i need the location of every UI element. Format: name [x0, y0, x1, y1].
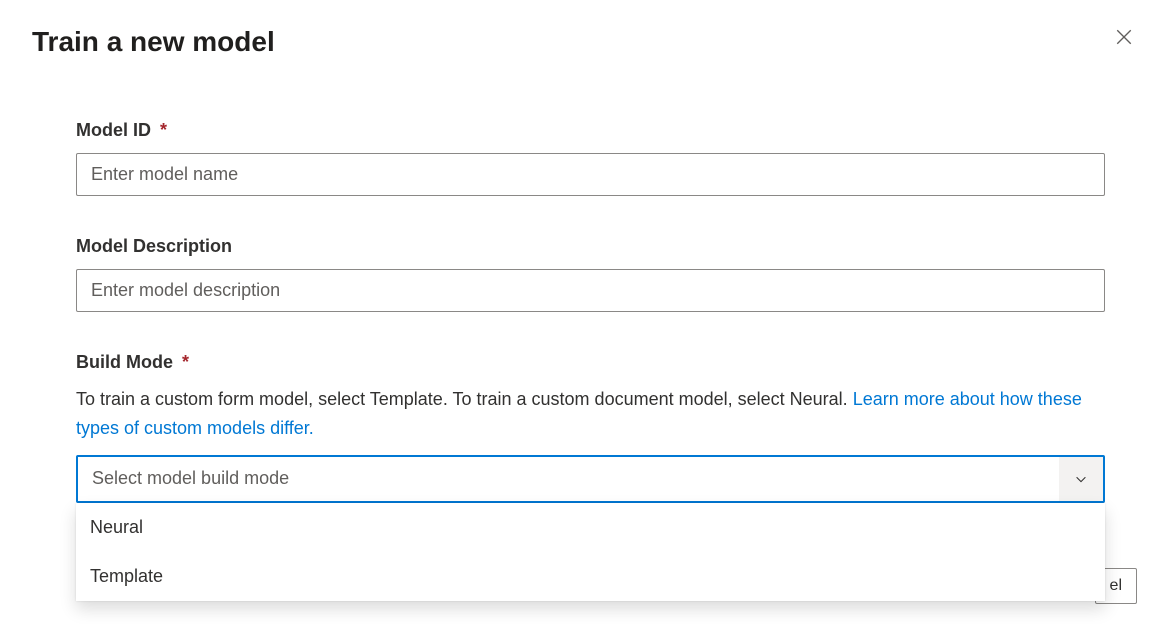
model-id-label: Model ID *: [76, 120, 1105, 141]
model-description-field-group: Model Description: [76, 236, 1105, 312]
dialog-header: Train a new model: [32, 24, 1137, 60]
required-indicator: *: [182, 352, 189, 372]
model-id-input[interactable]: [76, 153, 1105, 196]
chevron-down-icon: [1074, 472, 1088, 486]
train-model-dialog: Train a new model Model ID * Model Descr…: [0, 0, 1169, 567]
build-mode-select-placeholder: Select model build mode: [78, 458, 1059, 499]
help-text-prefix: To train a custom form model, select Tem…: [76, 389, 853, 409]
build-mode-select[interactable]: Select model build mode: [76, 455, 1105, 503]
dropdown-option-template[interactable]: Template: [76, 552, 1105, 601]
build-mode-field-group: Build Mode * To train a custom form mode…: [76, 352, 1105, 503]
form-content: Model ID * Model Description Build Mode …: [32, 120, 1137, 503]
dialog-title: Train a new model: [32, 24, 275, 60]
cancel-button-suffix: el: [1110, 577, 1122, 594]
build-mode-label-text: Build Mode: [76, 352, 173, 372]
build-mode-help-text: To train a custom form model, select Tem…: [76, 385, 1105, 443]
close-icon: [1115, 28, 1133, 46]
model-description-input[interactable]: [76, 269, 1105, 312]
model-id-label-text: Model ID: [76, 120, 151, 140]
model-id-field-group: Model ID *: [76, 120, 1105, 196]
chevron-button[interactable]: [1059, 457, 1103, 501]
build-mode-dropdown: Neural Template: [76, 503, 1105, 601]
model-description-label-text: Model Description: [76, 236, 232, 256]
build-mode-label: Build Mode *: [76, 352, 1105, 373]
build-mode-select-wrapper: Select model build mode Neural Template: [76, 455, 1105, 503]
dropdown-option-neural[interactable]: Neural: [76, 503, 1105, 552]
required-indicator: *: [160, 120, 167, 140]
close-button[interactable]: [1111, 24, 1137, 50]
model-description-label: Model Description: [76, 236, 1105, 257]
